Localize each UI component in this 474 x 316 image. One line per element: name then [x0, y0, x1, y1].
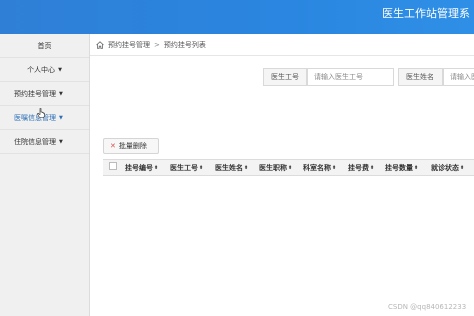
- batch-delete-label: 批量删除: [118, 142, 147, 150]
- doctor-name-label: 医生姓名: [398, 68, 443, 86]
- column-header-label: 挂号编号: [125, 163, 153, 172]
- select-all-checkbox[interactable]: [109, 162, 117, 170]
- sidebar-item-label: 个人中心: [27, 65, 56, 74]
- sort-icon: ⬍: [199, 164, 204, 171]
- sidebar: 首页 个人中心 ▼ 预约挂号管理 ▼ 医嘱信息管理 ▼ 住院信息管理 ▼: [0, 34, 90, 316]
- appointment-table-header: 挂号编号 ⬍ 医生工号 ⬍ 医生姓名 ⬍ 医生职称 ⬍ 科室名称 ⬍ 挂号费 ⬍ 挂号数量 ⬍…: [103, 159, 474, 176]
- app-header: 医生工作站管理系: [0, 0, 474, 34]
- breadcrumb-root[interactable]: 预约挂号管理: [108, 40, 150, 50]
- column-header-label: 医生职称: [259, 163, 287, 172]
- batch-delete-button[interactable]: ✕ 批量删除: [103, 138, 159, 154]
- sidebar-item-inpatient[interactable]: 住院信息管理 ▼: [0, 130, 89, 154]
- caret-down-icon: ▼: [59, 90, 63, 97]
- column-header[interactable]: 挂号费 ⬍: [348, 160, 374, 175]
- sidebar-item-home[interactable]: 首页: [0, 34, 89, 58]
- delete-icon: ✕: [110, 142, 116, 150]
- sidebar-item-label: 住院信息管理: [14, 137, 56, 146]
- column-header-label: 医生工号: [170, 163, 198, 172]
- doctor-id-label: 医生工号: [263, 68, 307, 86]
- caret-down-icon: ▼: [58, 66, 62, 73]
- home-icon: [96, 40, 104, 49]
- column-header[interactable]: 医生姓名 ⬍: [215, 160, 248, 175]
- hand-cursor-icon: [37, 108, 45, 118]
- caret-down-icon: ▼: [59, 138, 63, 145]
- breadcrumb-current: 预约挂号列表: [163, 40, 206, 49]
- column-header-label: 就诊状态: [431, 163, 459, 172]
- column-header[interactable]: 医生工号 ⬍: [170, 160, 203, 175]
- sort-icon: ⬍: [154, 164, 159, 171]
- sort-icon: ⬍: [332, 164, 337, 171]
- sort-icon: ⬍: [288, 164, 293, 171]
- sort-icon: ⬍: [460, 164, 465, 171]
- breadcrumb-separator: >: [154, 40, 160, 49]
- column-header[interactable]: 挂号数量 ⬍: [385, 160, 418, 175]
- sidebar-item-appointment[interactable]: 预约挂号管理 ▼: [0, 82, 89, 106]
- column-header[interactable]: 科室名称 ⬍: [303, 160, 336, 175]
- watermark: CSDN @qq840612233: [388, 303, 467, 311]
- column-header-label: 挂号数量: [385, 163, 413, 172]
- breadcrumb: 预约挂号管理 > 预约挂号列表: [90, 34, 474, 56]
- sidebar-item-label: 医嘱信息管理: [14, 113, 56, 122]
- sidebar-item-personal-center[interactable]: 个人中心 ▼: [0, 58, 89, 82]
- column-header-label: 医生姓名: [215, 163, 243, 172]
- column-header[interactable]: 就诊状态 ⬍: [431, 160, 464, 175]
- sort-icon: ⬍: [244, 164, 249, 171]
- sort-icon: ⬍: [414, 164, 419, 171]
- doctor-id-input[interactable]: 请输入医生工号: [307, 68, 394, 86]
- sort-icon: ⬍: [370, 164, 375, 171]
- sidebar-item-label: 预约挂号管理: [14, 89, 56, 98]
- column-header[interactable]: 挂号编号 ⬍: [125, 160, 158, 175]
- column-header-label: 科室名称: [303, 163, 331, 172]
- app-title: 医生工作站管理系: [382, 7, 470, 20]
- column-header-label: 挂号费: [348, 163, 369, 172]
- doctor-name-input[interactable]: 请输入医: [443, 68, 474, 86]
- sidebar-item-label: 首页: [37, 41, 52, 50]
- column-header[interactable]: 医生职称 ⬍: [259, 160, 292, 175]
- caret-down-icon: ▼: [59, 114, 63, 121]
